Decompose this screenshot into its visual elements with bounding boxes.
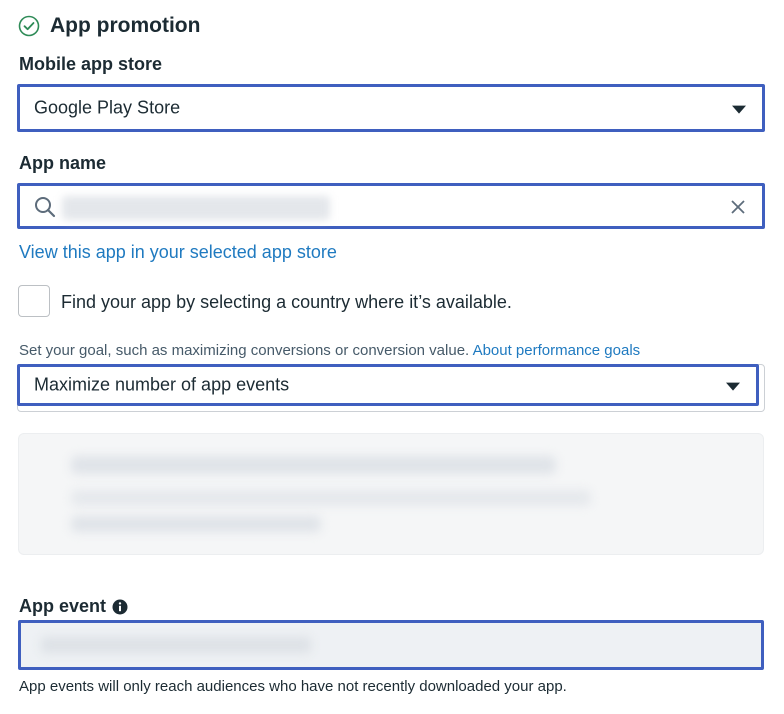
app-event-value-redacted	[41, 637, 311, 653]
app-event-label-row: App event	[19, 596, 128, 617]
app-name-label: App name	[19, 153, 107, 173]
goal-value: Maximize number of app events	[34, 374, 290, 395]
app-name-search-input[interactable]	[17, 183, 765, 229]
app-event-helper-text: App events will only reach audiences who…	[19, 678, 567, 695]
mobile-app-store-label: Mobile app store	[19, 54, 163, 74]
redacted-line	[71, 490, 591, 506]
search-icon	[34, 196, 56, 223]
country-checkbox[interactable]	[18, 285, 50, 317]
app-store-select[interactable]: Google Play Store	[17, 84, 765, 132]
app-event-label: App event	[19, 596, 107, 616]
section-header: App promotion	[18, 14, 200, 38]
goal-helper-label: Set your goal, such as maximizing conver…	[19, 342, 470, 359]
country-checkbox-label: Find your app by selecting a country whe…	[61, 292, 512, 312]
chevron-down-icon	[732, 105, 746, 114]
info-icon[interactable]	[112, 599, 128, 615]
view-app-in-store-link[interactable]: View this app in your selected app store	[19, 242, 337, 263]
app-store-value: Google Play Store	[34, 97, 181, 118]
about-performance-goals-link[interactable]: About performance goals	[473, 342, 641, 359]
redacted-line	[71, 456, 556, 474]
app-name-value-redacted	[62, 196, 330, 220]
section-title: App promotion	[50, 14, 201, 37]
close-icon[interactable]	[730, 199, 746, 220]
goal-helper-text: Set your goal, such as maximizing conver…	[19, 342, 640, 359]
check-circle-icon	[18, 15, 40, 37]
chevron-down-icon	[726, 382, 740, 391]
redacted-info-card	[18, 433, 764, 555]
redacted-line	[71, 516, 321, 532]
goal-select[interactable]: Maximize number of app events	[17, 364, 759, 406]
app-event-select[interactable]	[18, 620, 764, 670]
